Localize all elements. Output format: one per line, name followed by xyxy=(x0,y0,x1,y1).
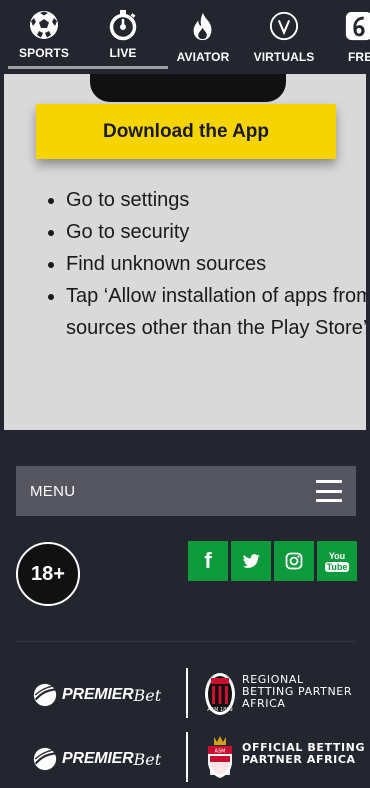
partner-text: REGIONAL BETTING PARTNER AFRICA xyxy=(242,674,352,710)
premier-bet-logo: PREMIER Bet xyxy=(32,680,161,710)
top-nav: SPORTS LIVE AVIATOR VIRTUALS FRE xyxy=(0,0,370,74)
nav-label-sports: SPORTS xyxy=(19,46,69,60)
crest-text: ACM 1899 xyxy=(207,707,232,713)
nav-live[interactable]: LIVE xyxy=(88,0,158,74)
stopwatch-icon xyxy=(109,10,137,41)
premier-bet-ball-icon xyxy=(33,747,57,771)
virtuals-v-icon xyxy=(269,11,299,41)
ac-milan-crest-icon: ACM 1899 xyxy=(205,673,235,715)
active-tab-indicator xyxy=(8,66,168,69)
twitter-icon xyxy=(242,554,260,568)
premier-bet-ball-icon xyxy=(33,683,57,707)
social-links: f You Tube xyxy=(188,541,357,581)
menu-label: MENU xyxy=(30,482,76,500)
partner-divider xyxy=(186,668,188,718)
download-app-section: Download the App Go to settings Go to se… xyxy=(4,74,366,430)
partner-text: OFFICIAL BETTING PARTNER AFRICA xyxy=(242,742,365,766)
nav-label-live: LIVE xyxy=(109,46,137,60)
premier-bet-word-a: PREMIER xyxy=(62,686,134,703)
install-step: Go to settings xyxy=(66,184,366,216)
youtube-button[interactable]: You Tube xyxy=(317,541,357,581)
premier-bet-logo: PREMIER Bet xyxy=(32,744,161,774)
facebook-icon: f xyxy=(204,548,212,573)
soccer-ball-icon xyxy=(30,11,58,39)
number-six-icon xyxy=(345,11,370,41)
install-step: Find unknown sources xyxy=(66,248,366,280)
footer-menu-toggle[interactable]: MENU xyxy=(16,466,356,516)
nav-label-aviator: AVIATOR xyxy=(176,50,230,64)
age-restriction-badge: 18+ xyxy=(16,542,80,606)
footer-divider xyxy=(16,641,356,642)
flame-icon xyxy=(193,12,212,41)
twitter-button[interactable] xyxy=(231,541,271,581)
instagram-button[interactable] xyxy=(274,541,314,581)
install-steps-list: Go to settings Go to security Find unkno… xyxy=(42,184,366,344)
premier-bet-word-a: PREMIER xyxy=(62,750,134,767)
nav-free[interactable]: FRE xyxy=(336,0,370,74)
nav-label-free: FRE xyxy=(348,50,370,64)
instagram-icon xyxy=(285,552,303,570)
partner-row-monaco: PREMIER Bet ASM OFFICIAL BETTING PARTNER… xyxy=(0,732,370,788)
facebook-button[interactable]: f xyxy=(188,541,228,581)
partner-divider xyxy=(186,732,188,782)
partner-line: AFRICA xyxy=(242,697,286,710)
nav-label-virtuals: VIRTUALS xyxy=(253,50,315,64)
crest-text: ASM xyxy=(215,749,226,755)
download-app-button[interactable]: Download the App xyxy=(36,104,336,159)
hamburger-icon xyxy=(316,480,342,502)
install-step: Go to security xyxy=(66,216,366,248)
premier-bet-word-b: Bet xyxy=(133,685,162,705)
partner-line: PARTNER AFRICA xyxy=(242,753,356,766)
phone-image xyxy=(90,74,286,102)
youtube-icon-text-bottom: Tube xyxy=(324,561,350,572)
install-step: Tap ‘Allow installation of apps from sou… xyxy=(66,280,366,344)
premier-bet-word-b: Bet xyxy=(133,749,162,769)
youtube-icon: You Tube xyxy=(324,550,350,572)
as-monaco-crest-icon: ASM xyxy=(208,736,232,778)
partner-row-milan: PREMIER Bet ACM 1899 REGIONAL BETTING PA… xyxy=(0,668,370,724)
youtube-icon-text-top: You xyxy=(328,550,346,561)
nav-virtuals[interactable]: VIRTUALS xyxy=(248,0,320,74)
nav-sports[interactable]: SPORTS xyxy=(8,0,80,74)
nav-aviator[interactable]: AVIATOR xyxy=(170,0,236,74)
